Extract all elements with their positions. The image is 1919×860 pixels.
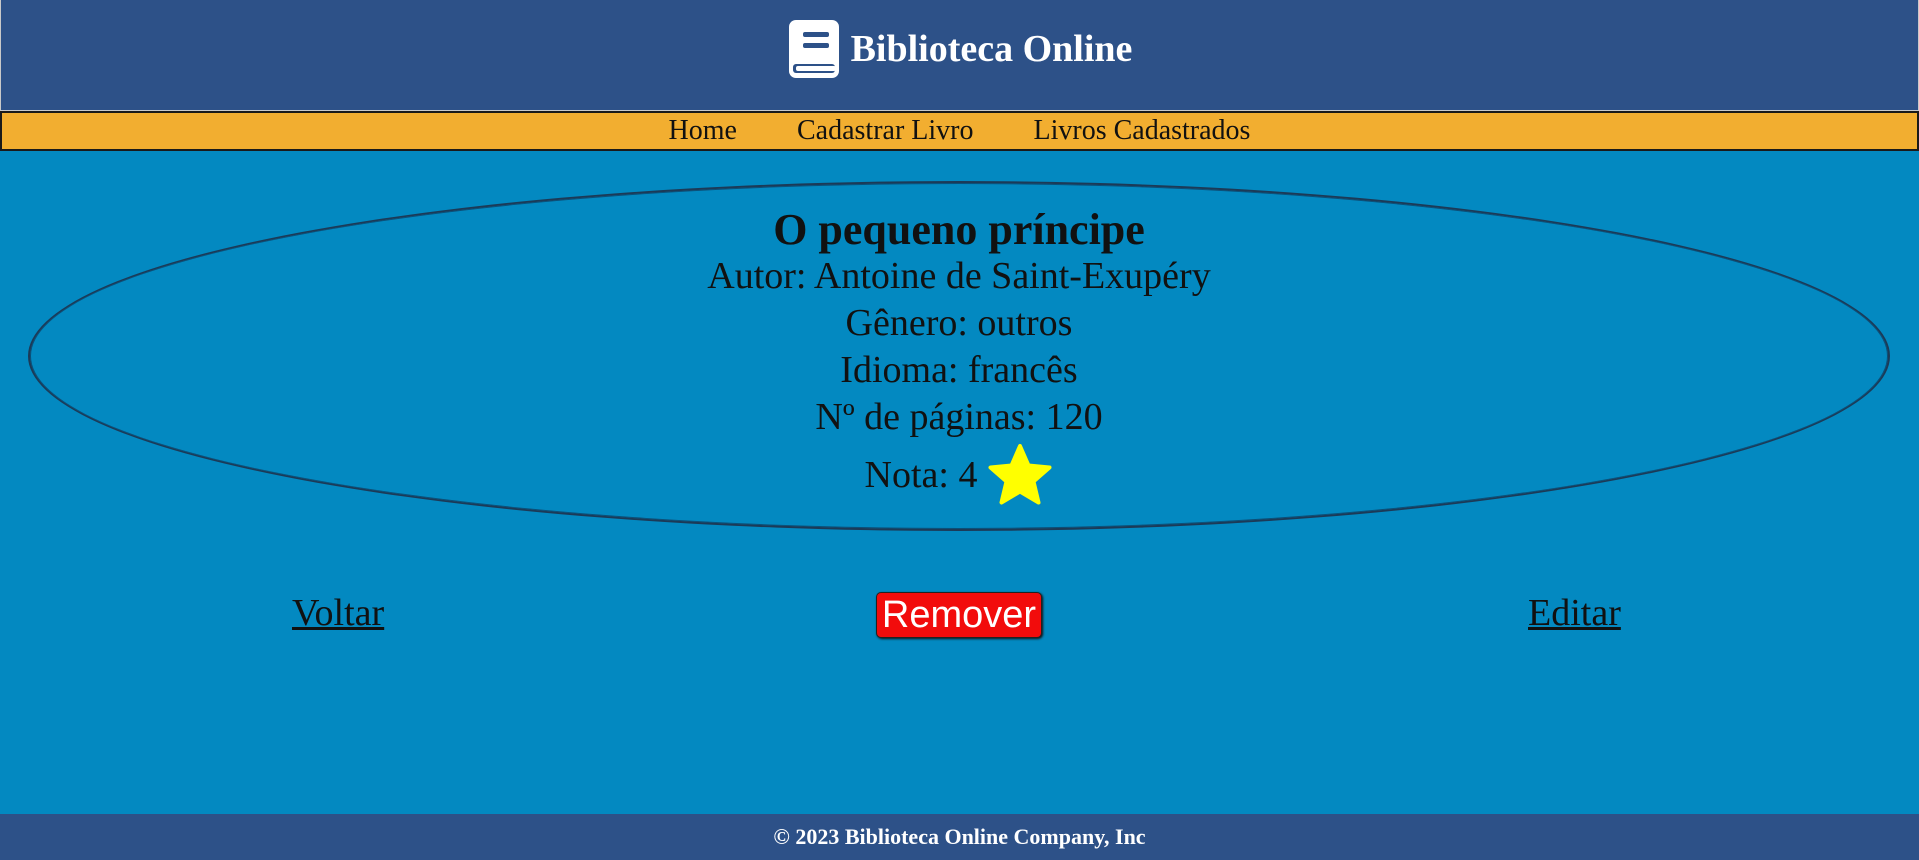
footer-copyright: © 2023 Biblioteca Online Company, Inc [773,824,1146,849]
star-icon [987,443,1053,507]
main-nav: Home Cadastrar Livro Livros Cadastrados [0,111,1919,151]
book-title: O pequeno príncipe [773,205,1145,254]
book-details-card: O pequeno príncipe Autor: Antoine de Sai… [28,181,1890,531]
site-header: Biblioteca Online [0,0,1919,111]
book-author: Autor: Antoine de Saint-Exupéry [707,255,1211,298]
nav-cadastrar-livro[interactable]: Cadastrar Livro [797,115,974,147]
book-rating: Nota: 4 [30,443,1888,507]
book-actions: Voltar Remover Editar [0,586,1919,646]
site-title: Biblioteca Online [850,28,1133,70]
book-genre: Gênero: outros [845,302,1073,345]
back-link[interactable]: Voltar [292,591,384,635]
brand[interactable]: Biblioteca Online [787,18,1133,80]
book-language: Idioma: francês [840,349,1078,392]
remove-button[interactable]: Remover [876,592,1042,638]
nav-livros-cadastrados[interactable]: Livros Cadastrados [1033,115,1250,147]
book-icon [787,18,841,80]
book-pages: Nº de páginas: 120 [815,396,1103,439]
nav-home[interactable]: Home [669,115,737,147]
site-footer: © 2023 Biblioteca Online Company, Inc [0,814,1919,860]
edit-link[interactable]: Editar [1528,591,1621,635]
rating-text: Nota: 4 [864,454,978,497]
